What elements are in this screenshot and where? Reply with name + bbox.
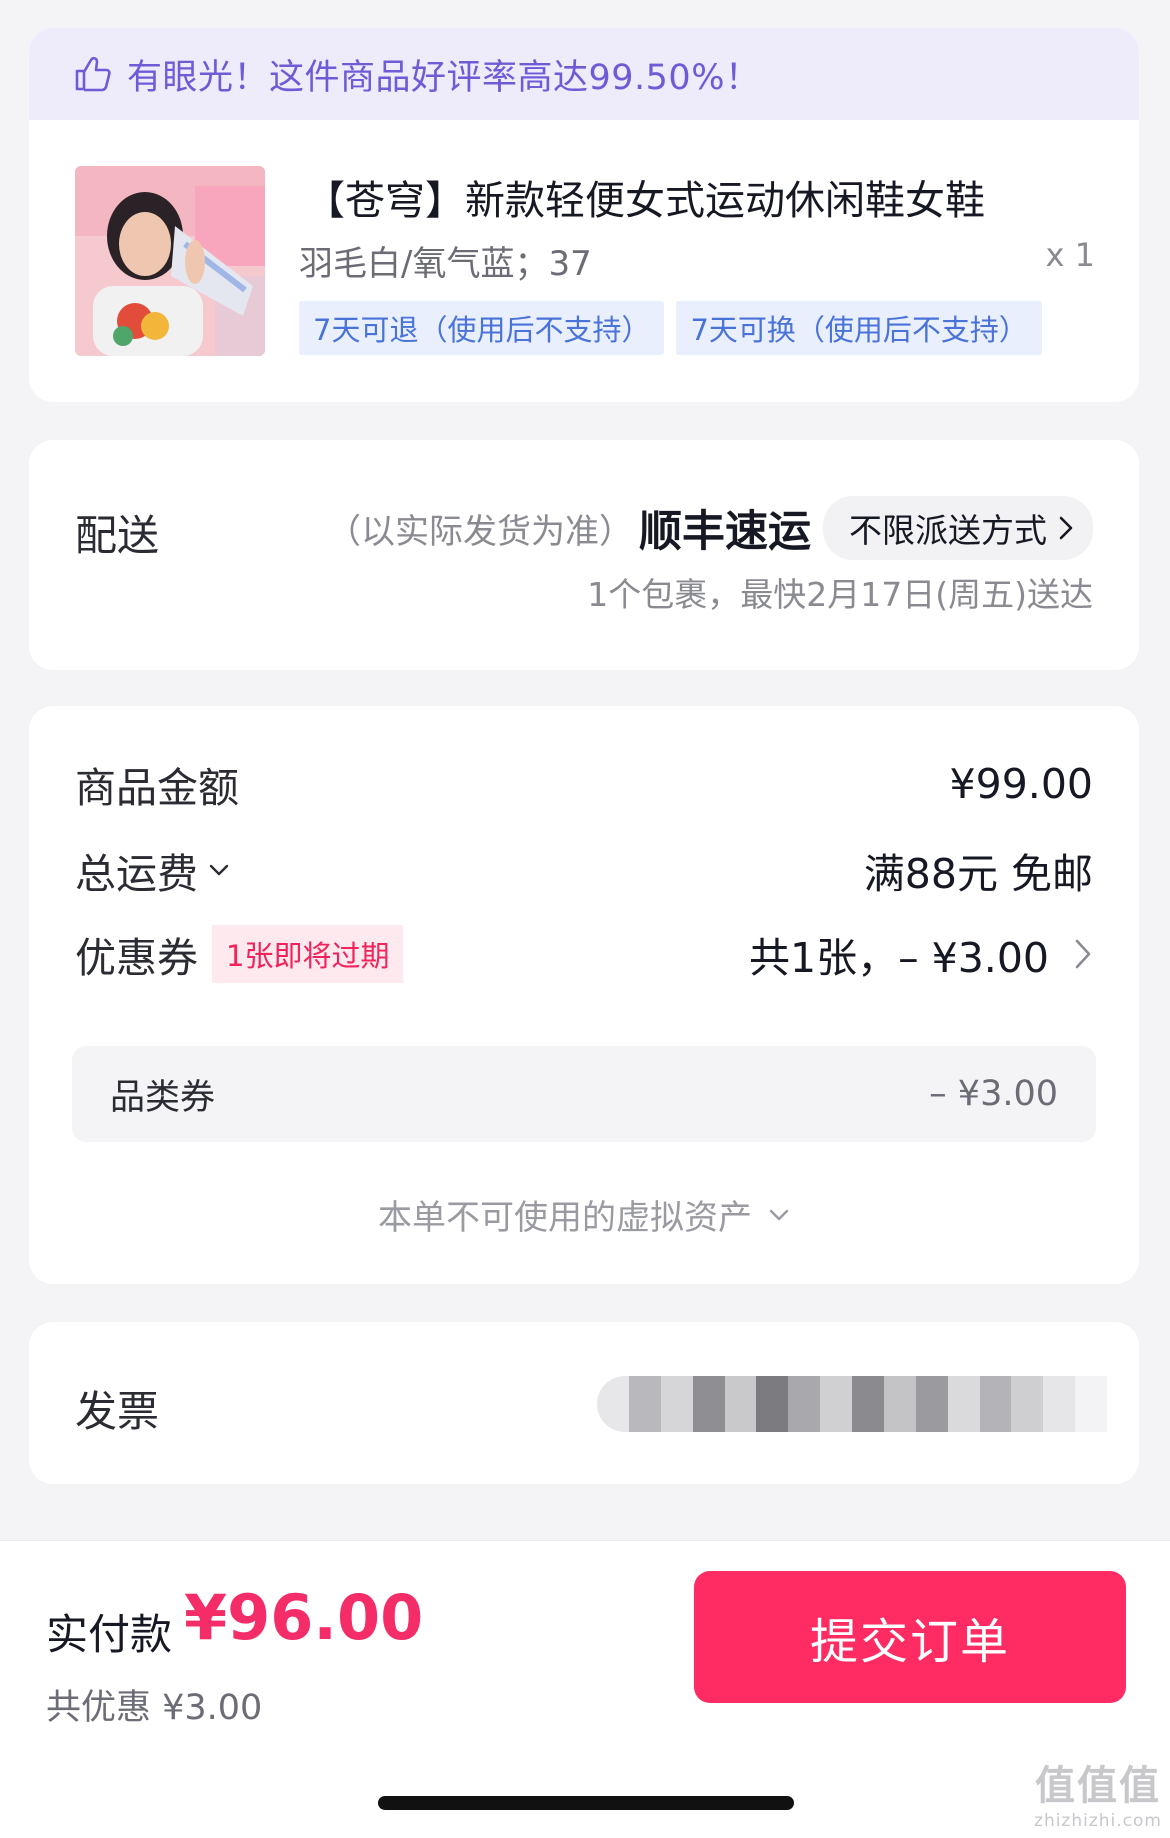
shipping-carrier: 顺丰速运: [639, 507, 811, 557]
price-card: 商品金额 ¥99.00 总运费 满88元 免邮 优惠券 1张即将过期 共1张，–…: [29, 706, 1139, 1284]
product-card: 有眼光！这件商品好评率高达99.50%！ 【苍穹】新款轻便女式运动休闲鞋女鞋 羽…: [29, 28, 1139, 402]
promo-text: 有眼光！这件商品好评率高达99.50%！: [127, 57, 761, 98]
exchange-policy-tag: 7天可换（使用后不支持）: [676, 301, 1042, 355]
chevron-down-icon: [209, 864, 229, 876]
product-spec: 羽毛白/氧气蓝；37: [299, 244, 592, 284]
chevron-right-icon: [1059, 516, 1073, 540]
virtual-assets-toggle[interactable]: 本单不可使用的虚拟资产: [29, 1190, 1139, 1239]
rating-promo-banner: 有眼光！这件商品好评率高达99.50%！: [29, 28, 1139, 120]
coupon-detail-amount: – ¥3.00: [929, 1074, 1058, 1114]
coupon-expire-badge: 1张即将过期: [212, 925, 404, 983]
watermark-url: zhizhizhi.com: [1034, 1811, 1162, 1831]
goods-amount-row: 商品金额 ¥99.00: [75, 754, 1093, 814]
coupon-value-group[interactable]: 共1张，– ¥3.00: [749, 924, 1093, 984]
policy-tags: 7天可退（使用后不支持） 7天可换（使用后不支持）: [299, 301, 1054, 355]
delivery-method-selector[interactable]: 不限派送方式: [823, 496, 1093, 560]
freight-label: 总运费: [75, 850, 198, 898]
coupon-row[interactable]: 优惠券 1张即将过期 共1张，– ¥3.00: [75, 924, 1093, 984]
coupon-label: 优惠券: [75, 934, 198, 982]
coupon-detail-row: 品类券 – ¥3.00: [72, 1046, 1096, 1142]
freight-label-group[interactable]: 总运费: [75, 840, 230, 900]
goods-amount-label: 商品金额: [75, 764, 239, 812]
shipping-label: 配送: [75, 511, 160, 560]
return-policy-tag: 7天可退（使用后不支持）: [299, 301, 665, 355]
watermark-logo: 值值值: [1035, 1763, 1161, 1809]
home-indicator: [378, 1796, 794, 1810]
product-quantity: x 1: [1045, 236, 1095, 274]
virtual-assets-label: 本单不可使用的虚拟资产: [378, 1198, 752, 1238]
thumbs-up-icon: [75, 56, 111, 92]
freight-value: 满88元 免邮: [863, 850, 1093, 898]
pay-amount: ¥96.00: [184, 1581, 424, 1654]
coupon-label-group: 优惠券 1张即将过期: [75, 924, 404, 984]
chevron-down-icon: [769, 1209, 789, 1220]
chevron-right-icon: [1075, 939, 1091, 969]
invoice-label: 发票: [75, 1387, 160, 1436]
coupon-value: 共1张，– ¥3.00: [749, 934, 1049, 982]
shipping-card: 配送 （以实际发货为准） 顺丰速运 不限派送方式 1个包裹，最快2月17日(周五…: [29, 440, 1139, 670]
shipping-info: （以实际发货为准） 顺丰速运 不限派送方式: [327, 496, 1093, 560]
product-image[interactable]: [75, 166, 265, 356]
delivery-method-label: 不限派送方式: [849, 511, 1047, 550]
invoice-card[interactable]: 发票: [29, 1322, 1139, 1484]
pay-label: 实付款: [46, 1610, 173, 1659]
product-title[interactable]: 【苍穹】新款轻便女式运动休闲鞋女鞋: [305, 168, 985, 226]
total-discount: 共优惠 ¥3.00: [46, 1688, 263, 1728]
shipping-eta: 1个包裹，最快2月17日(周五)送达: [587, 575, 1093, 614]
submit-order-button[interactable]: 提交订单: [694, 1571, 1126, 1703]
freight-row[interactable]: 总运费 满88元 免邮: [75, 840, 1093, 900]
goods-amount-value: ¥99.00: [949, 760, 1093, 808]
shipping-note: （以实际发货为准）: [327, 511, 633, 552]
checkout-bar: 实付款 ¥96.00 共优惠 ¥3.00 提交订单: [0, 1540, 1170, 1838]
watermark: 值值值 zhizhizhi.com: [1034, 1753, 1162, 1831]
coupon-detail-name: 品类券: [110, 1077, 216, 1118]
invoice-info-redacted: [597, 1376, 1107, 1432]
